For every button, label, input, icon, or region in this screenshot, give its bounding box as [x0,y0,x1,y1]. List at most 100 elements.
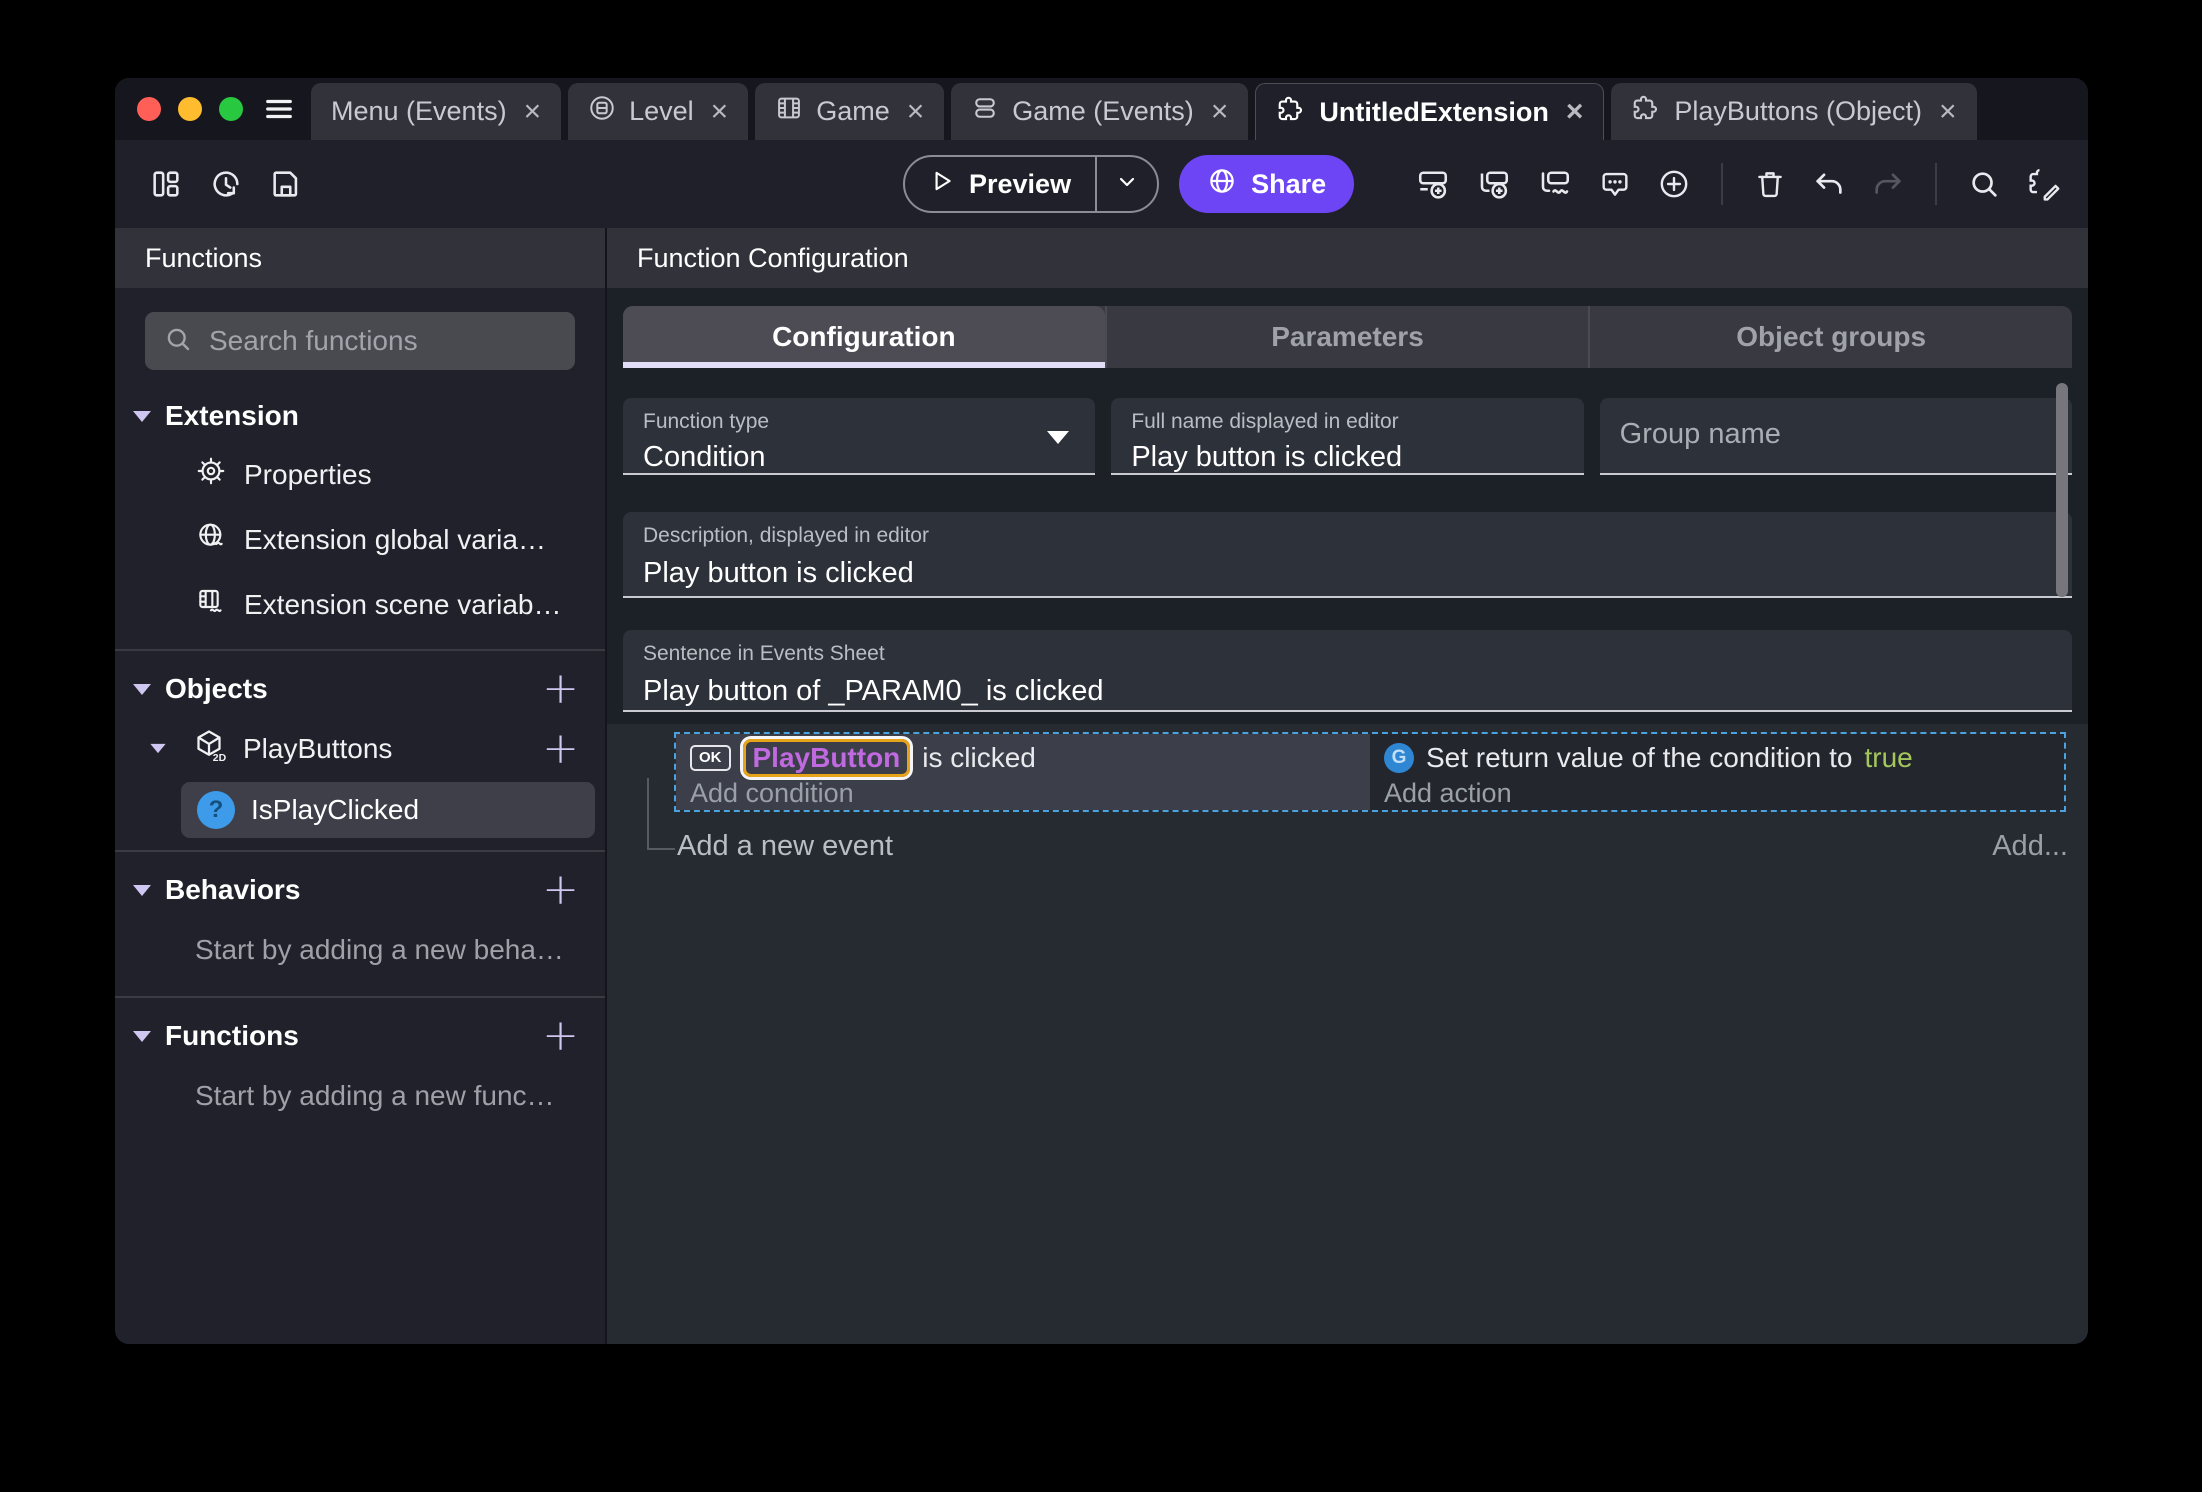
scrollbar[interactable] [2056,383,2068,597]
section-functions[interactable]: Functions + [115,998,605,1064]
preview-options-button[interactable] [1095,157,1157,211]
chevron-down-icon [150,743,166,754]
main-panel-title: Function Configuration [607,228,2088,288]
add-other-event-icon[interactable] [1537,166,1573,202]
sidebar-item-extension-scene-variables[interactable]: Extension scene variab… [115,572,605,637]
tab-parameters[interactable]: Parameters [1104,306,1589,368]
add-subevent-icon[interactable] [1476,166,1512,202]
description-input[interactable] [643,557,2052,590]
functions-empty-hint: Start by adding a new func… [195,1080,555,1111]
minimize-window-button[interactable] [178,97,202,121]
section-extension[interactable]: Extension [115,380,605,442]
events-sheet[interactable]: OK PlayButton is clicked Add condition G… [607,724,2088,1344]
puzzle-icon [1631,93,1661,130]
toolbar-separator [1721,163,1723,205]
close-icon[interactable]: × [520,96,542,127]
tab-game-events[interactable]: Game (Events) × [951,83,1249,140]
tab-untitled-extension[interactable]: UntitledExtension × [1255,83,1605,140]
close-icon[interactable]: × [1935,96,1957,127]
chevron-down-icon [1115,170,1139,199]
add-condition-button[interactable]: Add condition [690,778,1370,809]
trash-icon[interactable] [1753,167,1787,201]
group-name-field[interactable] [1599,398,2072,475]
gear-icon [195,455,227,494]
sidebar-item-label: Properties [244,458,372,490]
close-icon[interactable]: × [707,96,729,127]
sentence-field[interactable]: Sentence in Events Sheet [623,630,2072,712]
description-field[interactable]: Description, displayed in editor [623,512,2072,598]
comment-icon[interactable] [1598,167,1632,201]
close-icon[interactable]: × [1562,97,1584,127]
full-name-label: Full name displayed in editor [1131,410,1399,433]
search-functions-box[interactable] [145,312,575,370]
actions-column[interactable]: G Set return value of the condition to t… [1370,734,2064,810]
sidebar-title: Functions [115,228,605,288]
add-new-event-button[interactable]: Add a new event [677,830,893,863]
close-icon[interactable]: × [903,96,925,127]
group-name-input[interactable] [1619,418,2052,451]
close-icon[interactable]: × [1207,96,1229,127]
tab-label: PlayButtons (Object) [1674,96,1922,126]
action-text: Set return value of the condition to [1426,742,1853,773]
cube-2d-icon: 2D [191,727,227,770]
description-label: Description, displayed in editor [643,524,929,547]
add-action-button[interactable]: Add action [1384,778,2064,809]
add-function-to-object-button[interactable]: + [542,726,579,770]
event-indent-guide [647,778,675,850]
tab-menu-events[interactable]: Menu (Events) × [311,83,562,140]
menu-icon[interactable] [261,94,297,124]
undo-icon[interactable] [1812,167,1846,201]
full-name-field[interactable]: Full name displayed in editor [1111,398,1584,475]
object-name-label: PlayButtons [243,732,393,764]
sidebar-item-isplayclicked[interactable]: ? IsPlayClicked [181,782,595,838]
share-button[interactable]: Share [1179,155,1355,213]
button-object-icon: OK [690,745,731,771]
tab-object-groups[interactable]: Object groups [1588,306,2072,368]
add-behavior-button[interactable]: + [542,868,579,912]
section-behaviors[interactable]: Behaviors + [115,852,605,918]
redo-icon[interactable] [1871,167,1905,201]
tab-level[interactable]: Level × [568,83,749,140]
globe-variable-icon [195,520,227,559]
configuration-tabs: Configuration Parameters Object groups [623,306,2072,368]
condition-object-ref[interactable]: PlayButton [742,739,911,777]
function-type-label: Function type [643,410,770,433]
sidebar-item-properties[interactable]: Properties [115,442,605,507]
search-functions-input[interactable] [209,325,570,357]
full-name-input[interactable] [1131,441,1564,474]
sidebar-item-playbuttons[interactable]: 2D PlayButtons + [115,717,605,778]
chevron-down-icon [133,683,151,695]
selected-event[interactable]: OK PlayButton is clicked Add condition G… [674,732,2066,812]
sentence-input[interactable] [643,675,2052,708]
save-icon[interactable] [269,167,303,201]
function-configuration-panel: Function Configuration Configuration Par… [607,228,2088,1344]
search-icon[interactable] [1967,167,2001,201]
tab-configuration[interactable]: Configuration [623,306,1105,368]
tab-label: UntitledExtension [1319,96,1549,127]
conditions-column[interactable]: OK PlayButton is clicked Add condition [676,734,1370,810]
add-more-button[interactable]: Add... [1992,830,2068,863]
function-type-select[interactable]: Function type Condition [623,398,1096,475]
circle-plus-icon[interactable] [1657,167,1691,201]
section-objects[interactable]: Objects + [115,651,605,717]
add-free-function-button[interactable]: + [542,1014,579,1058]
tab-playbuttons-object[interactable]: PlayButtons (Object) × [1611,83,1977,140]
sidebar-item-extension-global-variables[interactable]: Extension global varia… [115,507,605,572]
search-icon [163,324,193,359]
add-object-button[interactable]: + [542,667,579,711]
add-event-icon[interactable] [1415,166,1451,202]
dropdown-arrow-icon [1047,430,1070,444]
layout-icon[interactable] [149,167,183,201]
action-value: true [1864,742,1913,773]
tab-label: Menu (Events) [331,96,507,126]
close-window-button[interactable] [137,97,161,121]
behaviors-empty-hint: Start by adding a new beha… [195,934,564,965]
preview-button[interactable]: Preview [903,155,1160,213]
function-name-label: IsPlayClicked [251,794,420,825]
extension-edit-icon[interactable] [2026,166,2062,202]
tab-game[interactable]: Game × [755,83,945,140]
play-icon [929,168,955,201]
history-icon[interactable] [209,167,243,201]
tab-label: Level [629,96,694,126]
maximize-window-button[interactable] [219,97,243,121]
